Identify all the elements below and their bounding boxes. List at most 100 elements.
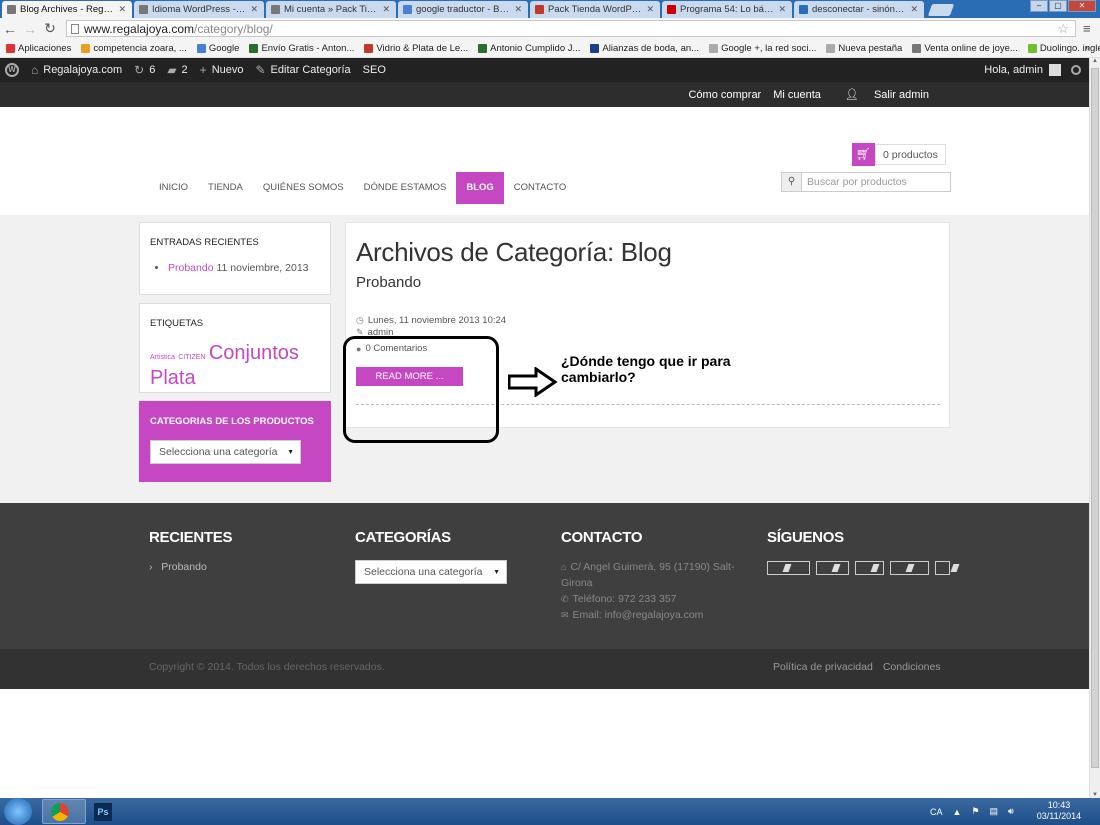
close-tab-icon[interactable]: ✕ [910,4,918,15]
my-account-link[interactable]: Mi cuenta [773,89,821,101]
avatar[interactable] [1049,64,1061,76]
social-icon[interactable] [890,561,929,575]
bookmark-item[interactable]: Google [196,43,239,54]
reload-icon[interactable]: ↻ [40,20,60,37]
network-icon[interactable]: ▤ [990,806,999,817]
social-icon[interactable] [935,561,950,575]
minimize-button[interactable]: – [1030,0,1048,12]
admin-new-label: Nuevo [211,64,244,76]
admin-site-link[interactable]: ⌂ Regalajoya.com [31,63,122,77]
admin-site-name: Regalajoya.com [43,64,123,76]
forward-icon[interactable]: → [20,21,40,37]
admin-greeting[interactable]: Hola, admin [984,64,1043,76]
chrome-menu-icon[interactable]: ≡ [1083,21,1091,36]
volume-icon[interactable]: 🔊︎ [1008,806,1014,817]
cart-icon[interactable]: 🛒︎ [852,143,875,166]
admin-search-icon[interactable] [1071,65,1081,75]
bookmark-item[interactable]: Nueva pestaña [826,43,902,54]
bookmark-icon [196,43,206,53]
system-clock[interactable]: 10:43 03/11/2014 [1036,800,1082,822]
product-search: ⚲ [781,172,951,192]
browser-tab[interactable]: google traductor - Buscar ✕ [398,1,528,18]
bookmark-star-icon[interactable]: ☆ [1057,21,1069,37]
browser-tab[interactable]: Pack Tienda WordPress - ✕ [530,1,660,18]
bookmark-item[interactable]: Aplicaciones [6,43,71,54]
close-window-button[interactable]: ✕ [1068,0,1096,12]
flag-icon[interactable]: ⚑ [971,806,979,817]
social-icon[interactable] [767,561,810,575]
wordpress-logo-icon[interactable]: W [5,63,19,77]
footer-recent: RECIENTES › Probando [149,529,232,573]
language-indicator[interactable]: CA [930,807,943,817]
tag-link[interactable]: Conjuntos [209,342,299,364]
conditions-link[interactable]: Condiciones [883,661,941,673]
close-tab-icon[interactable]: ✕ [382,4,390,15]
scroll-up-icon[interactable]: ▲ [1090,58,1100,64]
footer-email-text[interactable]: Email: info@regalajoya.com [573,609,704,621]
chrome-icon [51,803,69,821]
admin-seo[interactable]: SEO [363,64,386,76]
bookmark-item[interactable]: Google +, la red soci... [709,43,816,54]
close-tab-icon[interactable]: ✕ [118,4,126,15]
admin-comments[interactable]: ▰ 2 [167,63,187,77]
nav-item[interactable]: INICIO [149,172,198,204]
admin-new[interactable]: + Nuevo [200,63,244,77]
tag-link[interactable]: Artistica [150,354,175,361]
product-category-select[interactable]: Selecciona una categoría ▼ [150,440,301,464]
bookmark-item[interactable]: competencia zoara, ... [81,43,187,54]
browser-tab[interactable]: desconectar - sinónimos ✕ [794,1,924,18]
address-bar[interactable]: www.regalajoya.com/category/blog/ ☆ [66,20,1076,37]
bookmark-item[interactable]: Vidrio & Plata de Le... [364,43,468,54]
admin-updates[interactable]: ↻ 6 [134,63,155,77]
social-icon[interactable] [816,561,849,575]
browser-tab[interactable]: Blog Archives - Regalajoya ✕ [2,1,132,18]
maximize-button[interactable]: ▢ [1049,0,1067,12]
footer-phone-text: Teléfono: 972 233 357 [572,593,677,605]
footer-category-select[interactable]: Selecciona una categoría ▼ [355,560,507,584]
footer-recent-link[interactable]: Probando [161,561,207,573]
close-tab-icon[interactable]: ✕ [646,4,654,15]
close-tab-icon[interactable]: ✕ [250,4,258,15]
new-tab-button[interactable] [927,4,955,16]
cart-count[interactable]: 0 productos [875,144,946,165]
tag-link[interactable]: CITIZEN [178,354,205,361]
nav-item[interactable]: BLOG [456,172,504,204]
browser-tab[interactable]: Programa 54: Lo básico ✕ [662,1,792,18]
bookmark-item[interactable]: Alianzas de boda, an... [590,43,699,54]
start-button[interactable] [4,798,32,825]
privacy-link[interactable]: Política de privacidad [773,661,873,673]
close-tab-icon[interactable]: ✕ [778,4,786,15]
social-icon[interactable] [855,561,884,575]
search-icon[interactable]: ⚲ [782,173,802,191]
nav-item[interactable]: CONTACTO [504,172,576,204]
copyright-text: Copyright © 2014. Todos los derechos res… [149,661,385,673]
recent-post-date: 11 noviembre, 2013 [216,262,309,274]
how-to-buy-link[interactable]: Cómo comprar [688,89,761,101]
nav-item[interactable]: DÓNDE ESTAMOS [354,172,457,204]
nav-item[interactable]: TIENDA [198,172,253,204]
browser-tab[interactable]: Mi cuenta » Pack Tienda ✕ [266,1,396,18]
scrollbar-thumb[interactable] [1091,68,1099,768]
post-title[interactable]: Probando [356,274,421,291]
close-tab-icon[interactable]: ✕ [514,4,522,15]
vertical-scrollbar[interactable]: ▲ ▼ [1089,58,1100,798]
bookmark-item[interactable]: Envío Gratis - Anton... [249,43,354,54]
browser-tab-label: desconectar - sinónimos [812,4,907,15]
cart-widget[interactable]: 🛒︎ 0 productos [852,143,946,166]
back-icon[interactable]: ← [0,21,20,37]
bookmark-item[interactable]: Venta online de joye... [912,43,1018,54]
photoshop-taskbar-button[interactable]: Ps [90,799,116,824]
search-input[interactable] [802,173,950,191]
tray-arrow-icon[interactable]: ▲ [953,807,962,817]
more-bookmarks-icon[interactable]: » [1085,42,1090,53]
admin-edit-category[interactable]: ✎ Editar Categoría [255,63,350,77]
tag-link[interactable]: Plata [150,367,196,389]
chrome-taskbar-button[interactable] [42,799,86,824]
browser-tab[interactable]: Idioma WordPress - Regal ✕ [134,1,264,18]
nav-item[interactable]: QUIÉNES SOMOS [253,172,354,204]
bookmark-item[interactable]: Antonio Cumplido J... [478,43,580,54]
bookmark-icon [826,43,836,53]
favicon-icon [139,5,148,14]
recent-post-link[interactable]: Probando [168,262,214,274]
logout-link[interactable]: 👤︎ Salir admin [833,88,929,101]
